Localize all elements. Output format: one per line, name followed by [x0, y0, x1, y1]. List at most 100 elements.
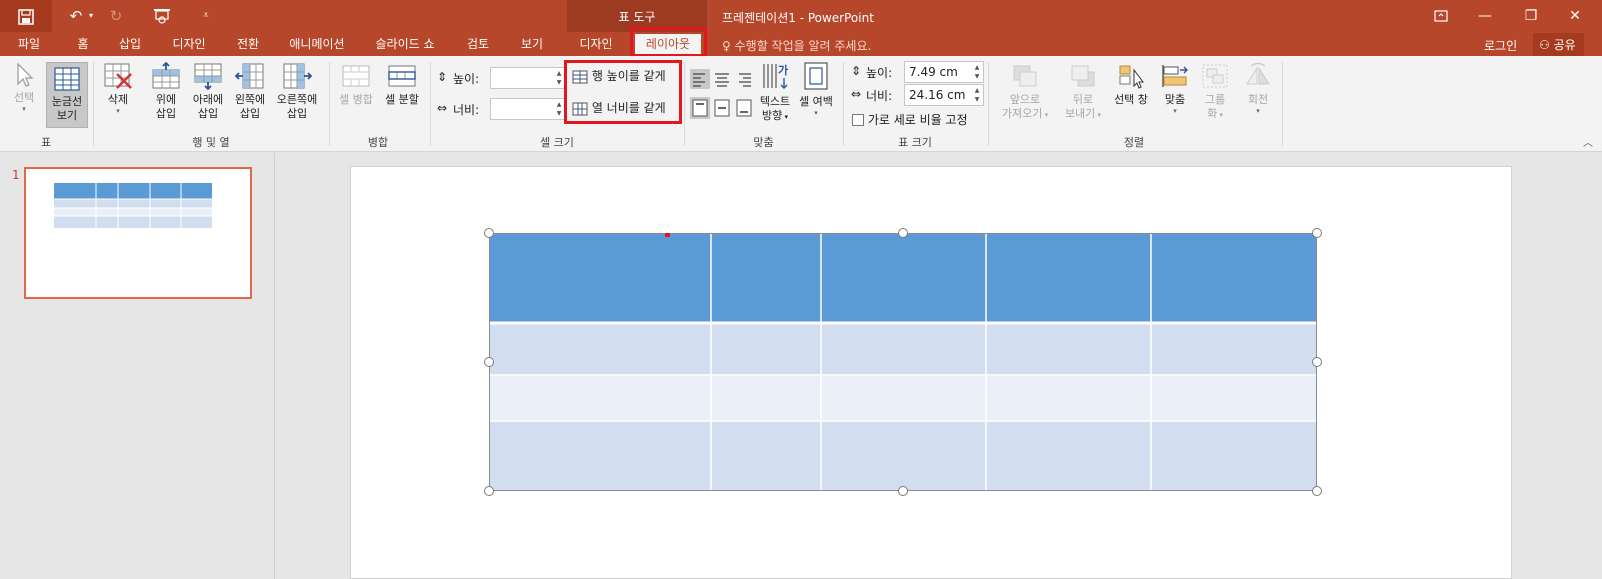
- lightbulb-icon: ♀: [722, 39, 731, 53]
- table-row: [489, 375, 1317, 421]
- selection-pane-button[interactable]: 선택 창: [1108, 62, 1154, 107]
- chevron-down-icon: ▾: [782, 113, 788, 121]
- undo-dropdown-icon[interactable]: ▾: [86, 4, 96, 28]
- resize-handle[interactable]: [1312, 486, 1322, 496]
- bring-forward-label-2: 가져오기: [1001, 107, 1043, 120]
- align-middle-icon[interactable]: [712, 97, 732, 119]
- align-right-icon[interactable]: [734, 69, 754, 89]
- group-label-cell-size: 셀 크기: [540, 136, 574, 149]
- tab-home[interactable]: 홈: [68, 32, 98, 56]
- text-direction-button[interactable]: 가 텍스트 방향 ▾: [754, 60, 796, 124]
- split-cells-label: 셀 분할: [385, 93, 419, 106]
- customize-qat-icon[interactable]: ⩡: [196, 4, 216, 28]
- cell-width-label: 너비:: [453, 103, 480, 117]
- tab-review[interactable]: 검토: [458, 32, 498, 56]
- chevron-down-icon: ▾: [1217, 111, 1223, 119]
- presentation-icon[interactable]: [150, 4, 174, 28]
- tab-table-layout[interactable]: 레이아웃: [635, 34, 701, 56]
- tab-animations[interactable]: 애니메이션: [282, 32, 352, 56]
- lock-aspect-label: 가로 세로 비율 고정: [867, 113, 968, 127]
- select-button[interactable]: 선택 ▾: [6, 62, 42, 113]
- insert-left-label-1: 왼쪽에: [234, 93, 266, 106]
- select-label: 선택: [13, 91, 35, 104]
- insert-below-label-2: 삽입: [197, 107, 219, 120]
- spinner-icon[interactable]: ▲ ▼: [972, 63, 982, 81]
- table-grid[interactable]: [489, 232, 1317, 491]
- resize-handle[interactable]: [484, 486, 494, 496]
- send-backward-button[interactable]: 뒤로 보내기 ▾: [1058, 62, 1108, 122]
- login-link[interactable]: 로그인: [1484, 37, 1517, 54]
- tab-transitions[interactable]: 전환: [228, 32, 268, 56]
- chevron-down-icon: ▾: [814, 109, 818, 117]
- align-center-icon[interactable]: [712, 69, 732, 89]
- tab-design[interactable]: 디자인: [164, 32, 214, 56]
- tab-slideshow[interactable]: 슬라이드 쇼: [368, 32, 442, 56]
- align-top-icon[interactable]: [690, 97, 710, 119]
- lock-aspect-checkbox[interactable]: [852, 114, 864, 126]
- ribbon-display-options-icon[interactable]: [1418, 0, 1464, 32]
- group-label-2: 화: [1207, 107, 1218, 120]
- resize-handle[interactable]: [484, 228, 494, 238]
- spinner-icon[interactable]: ▲ ▼: [554, 69, 564, 87]
- svg-text:가: 가: [778, 63, 788, 77]
- view-gridlines-button[interactable]: 눈금선 보기: [46, 62, 88, 128]
- table[interactable]: [489, 232, 1317, 491]
- bring-forward-label-1: 앞으로: [1009, 93, 1041, 106]
- chevron-down-icon: ▾: [116, 107, 120, 115]
- text-direction-label-2: 방향: [762, 109, 783, 122]
- person-icon: ⚇: [1539, 38, 1550, 52]
- align-left-icon[interactable]: [690, 69, 710, 89]
- tab-file[interactable]: 파일: [8, 32, 50, 56]
- table-row: [489, 421, 1317, 491]
- resize-handle[interactable]: [898, 228, 908, 238]
- restore-icon[interactable]: ❐: [1508, 0, 1554, 32]
- resize-handle[interactable]: [1312, 357, 1322, 367]
- cell-margins-button[interactable]: 셀 여백 ▾: [796, 60, 836, 117]
- share-button[interactable]: ⚇ 공유: [1533, 33, 1584, 57]
- rotate-button[interactable]: 회전 ▾: [1238, 62, 1278, 115]
- insert-right-button[interactable]: 오른쪽에 삽입: [272, 62, 322, 121]
- distribute-columns-label: 열 너비를 같게: [591, 101, 666, 115]
- insert-left-button[interactable]: 왼쪽에 삽입: [230, 62, 270, 121]
- insert-below-button[interactable]: 아래에 삽입: [188, 62, 228, 121]
- table-height-icon: ⇕: [851, 64, 862, 78]
- merge-cells-button[interactable]: 셀 병합: [334, 62, 378, 107]
- distribute-rows-button[interactable]: 행 높이를 같게: [572, 65, 666, 87]
- close-icon[interactable]: ✕: [1552, 0, 1598, 32]
- chevron-down-icon: ▾: [1095, 111, 1102, 119]
- align-button[interactable]: 맞춤 ▾: [1156, 62, 1194, 115]
- document-title: 프레젠테이션1 - PowerPoint: [722, 11, 874, 25]
- spinner-icon[interactable]: ▲ ▼: [554, 100, 564, 118]
- vertical-scrollbar[interactable]: [1588, 153, 1602, 579]
- bring-forward-button[interactable]: 앞으로 가져오기 ▾: [994, 62, 1056, 122]
- group-button[interactable]: 그룹 화 ▾: [1198, 62, 1232, 122]
- minimize-icon[interactable]: —: [1462, 0, 1508, 32]
- row-height-icon: ⇕: [437, 70, 448, 84]
- save-icon[interactable]: [0, 0, 52, 32]
- resize-handle[interactable]: [1312, 228, 1322, 238]
- spinner-icon[interactable]: ▲ ▼: [972, 86, 982, 104]
- group-label-table-size: 표 크기: [898, 136, 932, 149]
- insert-right-label-1: 오른쪽에: [276, 93, 318, 106]
- collapse-ribbon-icon[interactable]: ︿: [1583, 134, 1593, 149]
- send-backward-label-1: 뒤로: [1072, 93, 1094, 106]
- table-row: [489, 323, 1317, 375]
- resize-handle[interactable]: [898, 486, 908, 496]
- slide-thumbnail[interactable]: [24, 167, 252, 299]
- slide-number: 1: [12, 168, 20, 182]
- delete-label: 삭제: [107, 93, 129, 106]
- lock-aspect-row[interactable]: 가로 세로 비율 고정: [852, 111, 968, 128]
- tab-insert[interactable]: 삽입: [110, 32, 150, 56]
- tab-table-design[interactable]: 디자인: [570, 32, 622, 56]
- group-separator: [1282, 62, 1283, 146]
- tab-view[interactable]: 보기: [512, 32, 552, 56]
- distribute-columns-button[interactable]: 열 너비를 같게: [572, 97, 666, 119]
- resize-handle[interactable]: [484, 357, 494, 367]
- group-label-arrange: 정렬: [1123, 136, 1145, 149]
- delete-button[interactable]: 삭제 ▾: [98, 62, 138, 115]
- tell-me-box[interactable]: ♀ 수행할 작업을 알려 주세요.: [722, 37, 871, 54]
- table-width-icon: ⇔: [851, 87, 862, 101]
- align-bottom-icon[interactable]: [734, 97, 754, 119]
- split-cells-button[interactable]: 셀 분할: [380, 62, 424, 107]
- insert-above-button[interactable]: 위에 삽입: [148, 62, 184, 121]
